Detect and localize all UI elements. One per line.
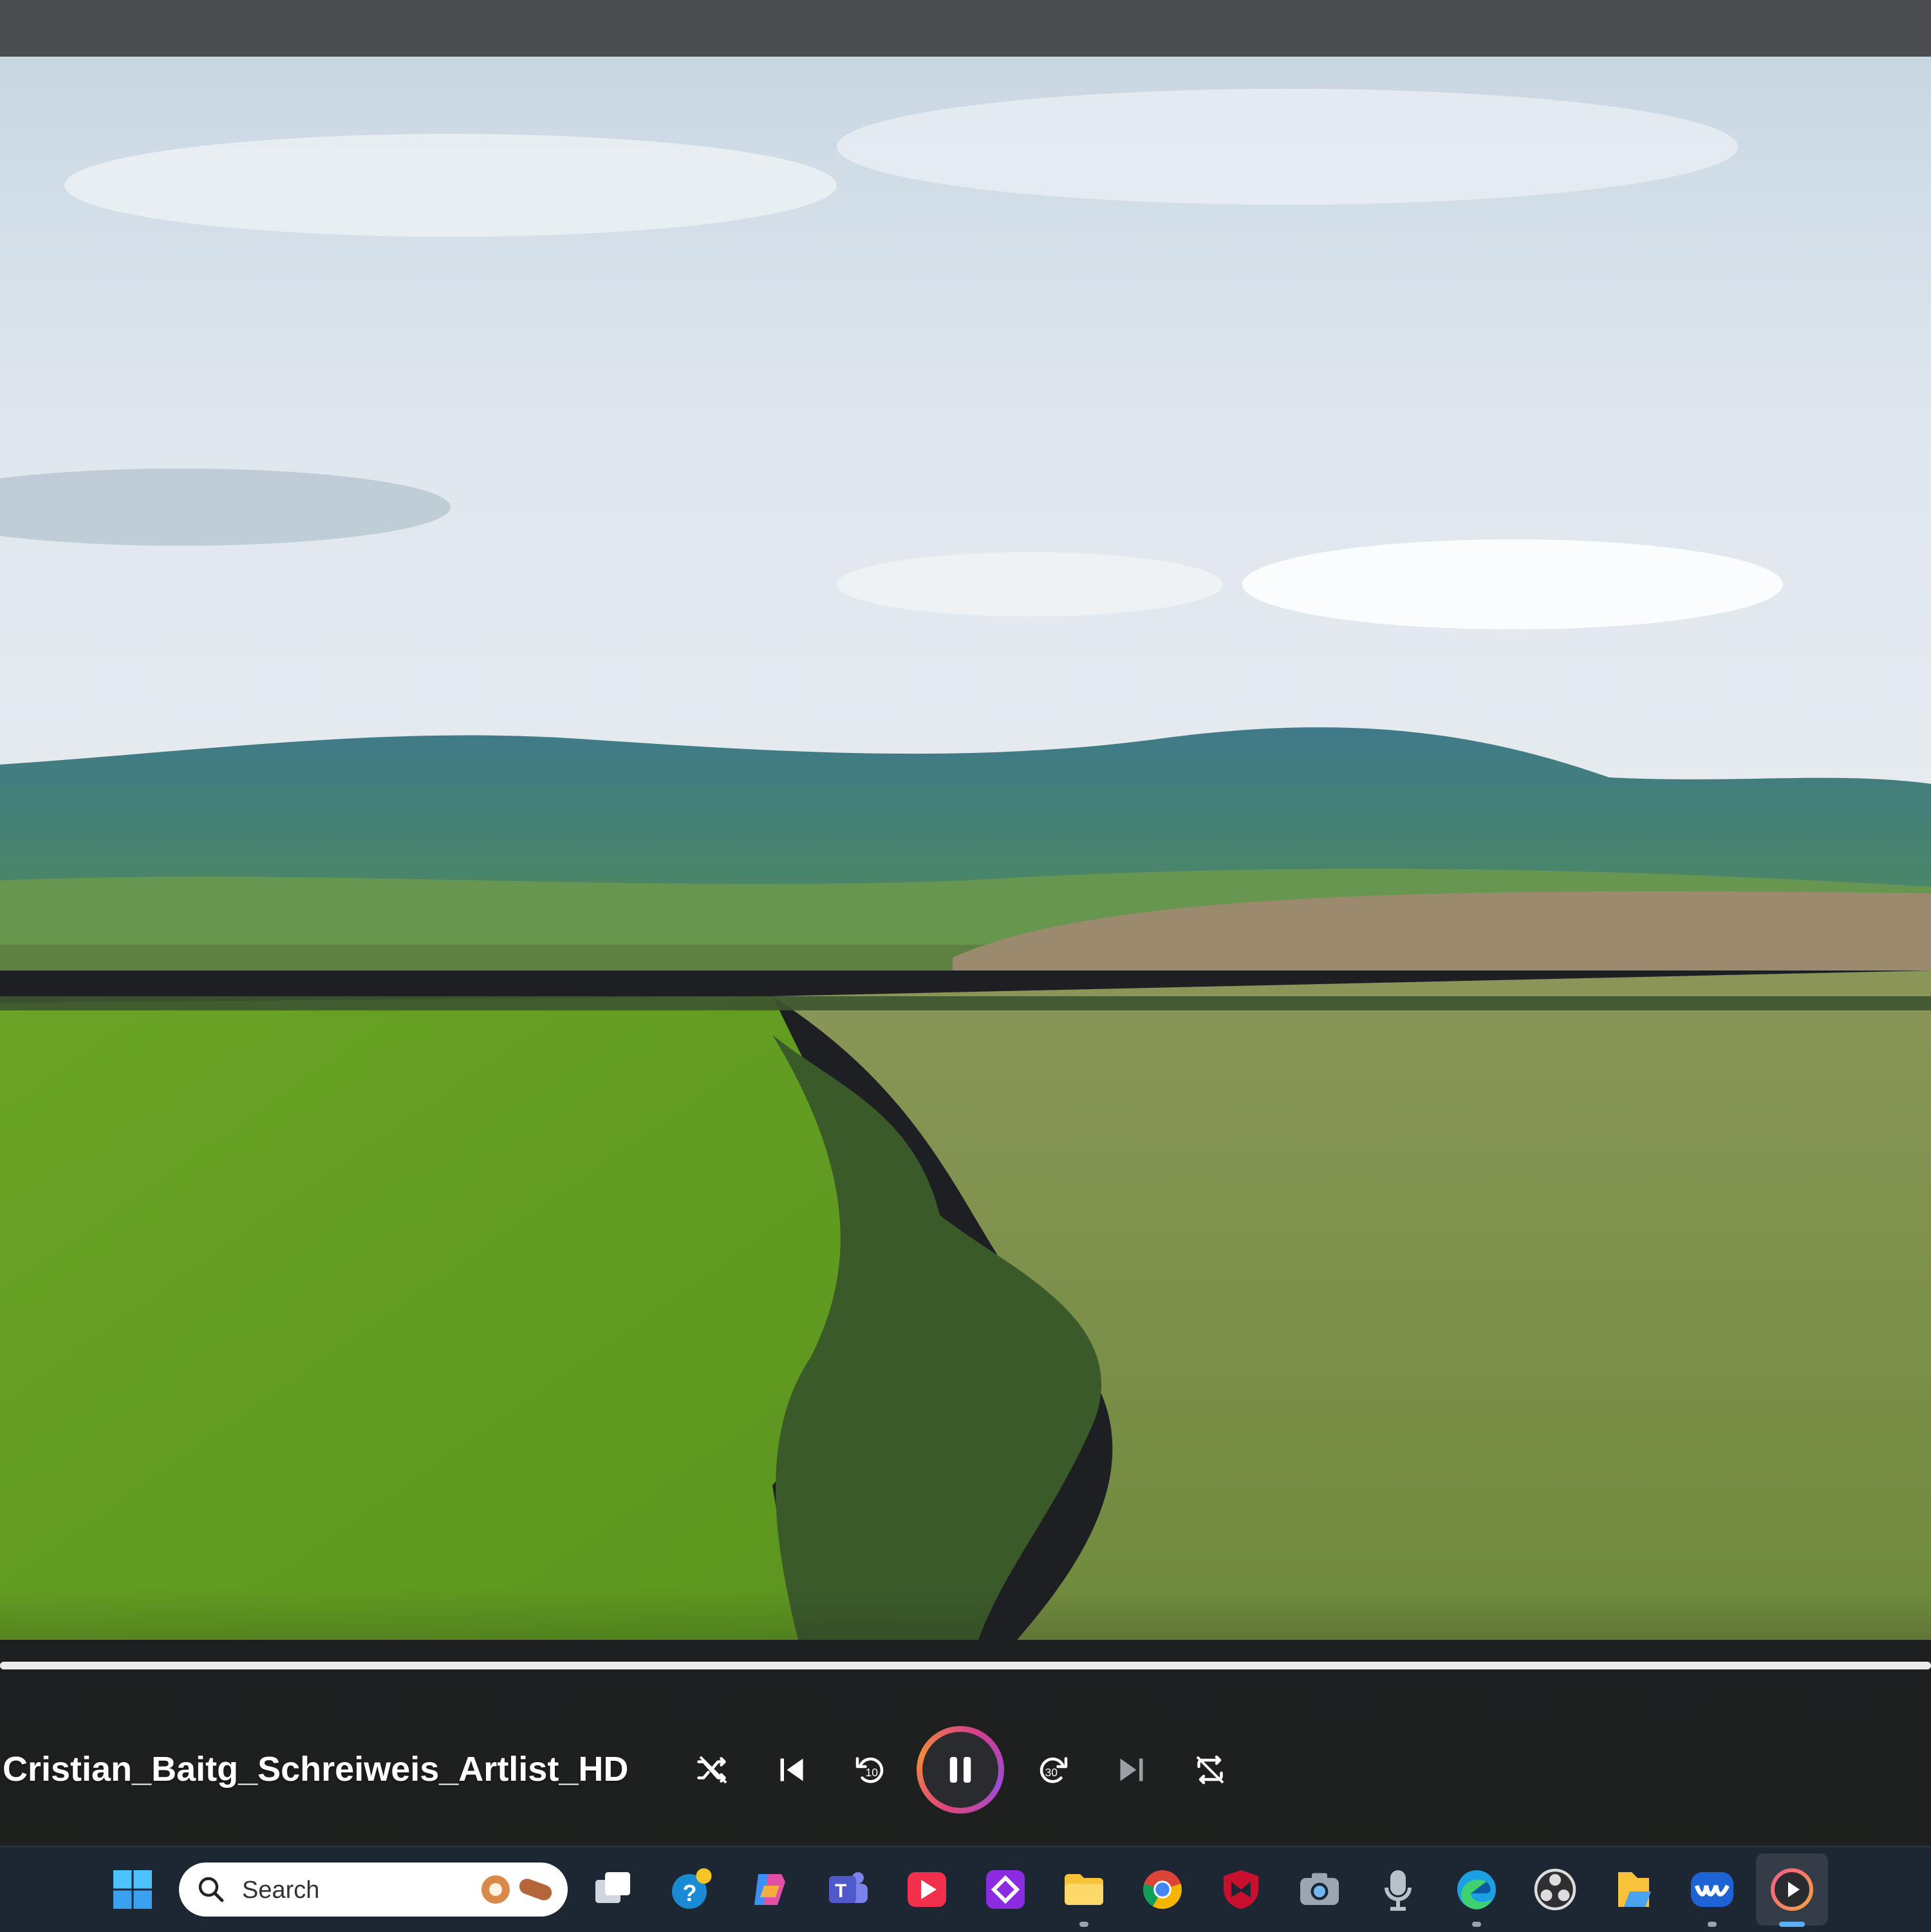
start-button[interactable]: [109, 1866, 156, 1913]
media-title: Cristian_Baitg_Schreiweis_Artlist_HD: [3, 1750, 629, 1788]
waves-app-button[interactable]: [1689, 1866, 1735, 1913]
pause-icon: [949, 1757, 971, 1783]
search-placeholder: Search: [242, 1877, 320, 1904]
task-view-icon: [595, 1872, 630, 1903]
files-button[interactable]: [1610, 1866, 1657, 1913]
teams-button[interactable]: T: [825, 1866, 872, 1913]
video-app-button[interactable]: [904, 1866, 950, 1913]
landscape-image: [0, 57, 1931, 1846]
diamond-app-icon: [986, 1870, 1025, 1909]
purple-app-button[interactable]: [982, 1866, 1029, 1913]
repeat-off-icon: [1196, 1755, 1224, 1785]
get-help-icon: ?: [672, 1868, 712, 1909]
task-view-button[interactable]: [590, 1866, 636, 1913]
previous-icon: [780, 1758, 803, 1781]
taskbar-search-box[interactable]: Search: [179, 1862, 568, 1917]
next-icon: [1120, 1758, 1143, 1781]
pause-button[interactable]: [917, 1726, 1004, 1814]
repeat-button[interactable]: [1178, 1738, 1242, 1802]
media-player-button[interactable]: [1769, 1866, 1815, 1913]
voice-recorder-button[interactable]: [1375, 1866, 1421, 1913]
previous-button[interactable]: [760, 1738, 824, 1802]
shuffle-button[interactable]: [681, 1738, 745, 1802]
camera-button[interactable]: [1296, 1866, 1343, 1913]
svg-text:T: T: [835, 1881, 846, 1902]
running-indicator: [1079, 1922, 1088, 1927]
waves-app-icon: [1691, 1872, 1733, 1907]
copilot-icon: [754, 1874, 785, 1905]
taskbar: Search ? T: [0, 1846, 1931, 1932]
files-app-icon: [1618, 1872, 1651, 1907]
active-indicator: [1779, 1922, 1805, 1927]
video-play-app-icon: [908, 1872, 946, 1907]
running-indicator: [1708, 1922, 1717, 1927]
seek-bar[interactable]: [0, 1662, 1931, 1669]
edge-button[interactable]: [1453, 1866, 1500, 1913]
svg-text:?: ?: [683, 1880, 697, 1906]
obs-button[interactable]: [1532, 1866, 1578, 1913]
search-highlight-icon: [481, 1875, 552, 1904]
rewind-10-button[interactable]: 10: [838, 1738, 902, 1802]
svg-text:10: 10: [866, 1766, 879, 1779]
camera-icon: [1300, 1873, 1339, 1905]
search-icon: [198, 1877, 224, 1902]
svg-text:30: 30: [1045, 1766, 1058, 1779]
forward-30-icon: 30: [1040, 1757, 1068, 1783]
chrome-button[interactable]: [1139, 1866, 1186, 1913]
microphone-icon: [1385, 1870, 1412, 1911]
file-explorer-button[interactable]: [1061, 1866, 1107, 1913]
rewind-10-icon: 10: [855, 1757, 884, 1783]
get-help-button[interactable]: ?: [668, 1866, 714, 1913]
next-button[interactable]: [1099, 1738, 1164, 1802]
shuffle-icon: [697, 1756, 727, 1784]
mcafee-button[interactable]: [1218, 1866, 1264, 1913]
chrome-icon: [1143, 1870, 1182, 1909]
window-title-bar[interactable]: [0, 0, 1931, 57]
running-indicator: [1472, 1922, 1481, 1927]
mcafee-shield-icon: [1224, 1870, 1258, 1909]
video-frame[interactable]: [0, 57, 1931, 1846]
forward-30-button[interactable]: 30: [1021, 1738, 1085, 1802]
windows-logo-icon: [113, 1870, 152, 1909]
copilot-button[interactable]: [747, 1866, 793, 1913]
edge-icon: [1457, 1870, 1496, 1909]
media-player-icon: [1771, 1868, 1813, 1911]
obs-icon: [1534, 1868, 1576, 1911]
seek-progress: [0, 1662, 1931, 1669]
folder-icon: [1065, 1874, 1103, 1905]
teams-icon: T: [829, 1872, 868, 1903]
